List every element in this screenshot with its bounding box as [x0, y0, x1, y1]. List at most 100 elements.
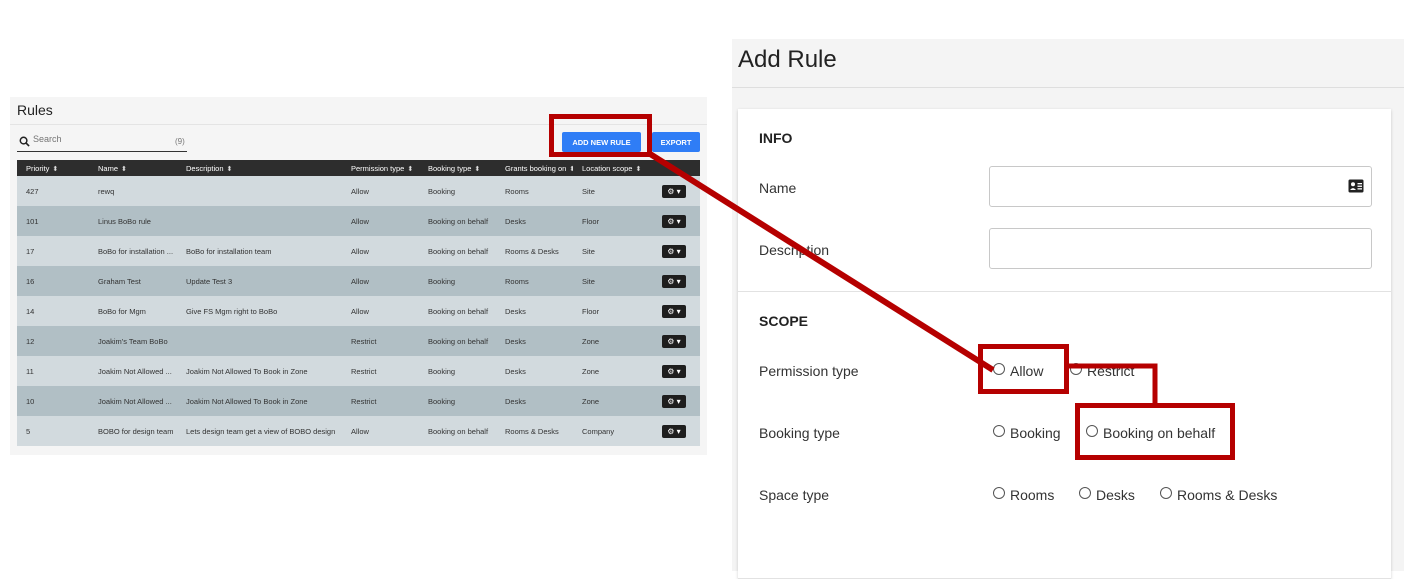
gear-icon[interactable]: ⚙ ▾	[662, 394, 686, 408]
table-row[interactable]: 11 Joakim Not Allowed ... Joakim Not Allow…	[17, 356, 700, 386]
cell-booking: Booking	[419, 266, 496, 296]
radio-circle[interactable]	[993, 425, 1005, 437]
column-header-actions	[653, 160, 700, 176]
cell-grants: Rooms & Desks	[496, 416, 573, 446]
table-row[interactable]: 16 Graham Test Update Test 3 Allow Booking Ro…	[17, 266, 700, 296]
rules-table: Priority ⬍ Name ⬍ Description ⬍ Permission …	[17, 160, 700, 446]
cell-booking: Booking on behalf	[419, 416, 496, 446]
cell-priority: 5	[17, 416, 89, 446]
export-button[interactable]: EXPORT	[652, 132, 700, 152]
cell-scope: Zone	[573, 386, 653, 416]
description-label: Description	[759, 242, 830, 258]
cell-actions: ⚙ ▾	[653, 416, 700, 446]
table-row[interactable]: 5 BOBO for design team Lets design team ge…	[17, 416, 700, 446]
gear-icon[interactable]: ⚙ ▾	[662, 304, 686, 318]
highlight-add-new-rule	[549, 114, 652, 157]
cell-actions: ⚙ ▾	[653, 266, 700, 296]
radio-circle[interactable]	[1079, 487, 1091, 499]
cell-grants: Desks	[496, 356, 573, 386]
cell-scope: Site	[573, 266, 653, 296]
cell-actions: ⚙ ▾	[653, 236, 700, 266]
table-row[interactable]: 101 Linus BoBo rule Allow Booking on behalf…	[17, 206, 700, 236]
column-header-booking-type[interactable]: Booking type ⬍	[419, 160, 496, 176]
column-header-permission-type[interactable]: Permission type ⬍	[342, 160, 419, 176]
cell-permission: Allow	[342, 416, 419, 446]
column-header-description[interactable]: Description ⬍	[177, 160, 342, 176]
cell-description	[177, 326, 342, 356]
cell-name: Linus BoBo rule	[89, 206, 177, 236]
cell-priority: 10	[17, 386, 89, 416]
cell-scope: Zone	[573, 326, 653, 356]
cell-grants: Desks	[496, 296, 573, 326]
cell-grants: Desks	[496, 386, 573, 416]
column-header-location-scope[interactable]: Location scope ⬍	[573, 160, 653, 176]
cell-name: BoBo for installation ...	[89, 236, 177, 266]
cell-name: Joakim's Team BoBo	[89, 326, 177, 356]
radio-circle[interactable]	[1160, 487, 1172, 499]
cell-name: Joakim Not Allowed ...	[89, 386, 177, 416]
radio-desks[interactable]: Desks	[1079, 487, 1135, 503]
gear-icon[interactable]: ⚙ ▾	[662, 214, 686, 228]
sort-icon: ⬍	[121, 165, 127, 173]
radio-booking[interactable]: Booking	[993, 425, 1061, 441]
cell-booking: Booking on behalf	[419, 326, 496, 356]
cell-booking: Booking on behalf	[419, 236, 496, 266]
radio-rooms[interactable]: Rooms	[993, 487, 1054, 503]
cell-booking: Booking on behalf	[419, 206, 496, 236]
rules-title: Rules	[17, 102, 53, 118]
table-row[interactable]: 17 BoBo for installation ... BoBo for inst…	[17, 236, 700, 266]
table-row[interactable]: 10 Joakim Not Allowed ... Joakim Not Allow…	[17, 386, 700, 416]
cell-name: BOBO for design team	[89, 416, 177, 446]
cell-grants: Rooms & Desks	[496, 236, 573, 266]
gear-icon[interactable]: ⚙ ▾	[662, 184, 686, 198]
cell-priority: 17	[17, 236, 89, 266]
permission-type-label: Permission type	[759, 363, 859, 379]
section-divider	[738, 291, 1391, 292]
name-field[interactable]	[989, 166, 1372, 207]
cell-description: Lets design team get a view of BOBO desi…	[177, 416, 342, 446]
gear-icon[interactable]: ⚙ ▾	[662, 334, 686, 348]
description-field[interactable]	[989, 228, 1372, 269]
radio-circle[interactable]	[1070, 363, 1082, 375]
sort-icon: ⬍	[52, 165, 59, 173]
cell-booking: Booking	[419, 356, 496, 386]
table-header-row: Priority ⬍ Name ⬍ Description ⬍ Permission …	[17, 160, 700, 176]
column-header-name[interactable]: Name ⬍	[89, 160, 177, 176]
search-icon	[19, 136, 30, 147]
search-result-count: (9)	[175, 137, 185, 146]
radio-rooms-and-desks[interactable]: Rooms & Desks	[1160, 487, 1277, 503]
page-title: Add Rule	[738, 46, 837, 73]
gear-icon[interactable]: ⚙ ▾	[662, 244, 686, 258]
search-field[interactable]	[17, 133, 187, 152]
cell-permission: Allow	[342, 206, 419, 236]
cell-priority: 12	[17, 326, 89, 356]
gear-icon[interactable]: ⚙ ▾	[662, 274, 686, 288]
cell-priority: 16	[17, 266, 89, 296]
search-input[interactable]	[33, 134, 153, 144]
radio-circle[interactable]	[993, 487, 1005, 499]
column-header-grants-booking-on[interactable]: Grants booking on ⬍	[496, 160, 573, 176]
gear-icon[interactable]: ⚙ ▾	[662, 424, 686, 438]
column-header-priority[interactable]: Priority ⬍	[17, 160, 89, 176]
table-row[interactable]: 12 Joakim's Team BoBo Restrict Booking on b…	[17, 326, 700, 356]
cell-description	[177, 176, 342, 206]
cell-name: Joakim Not Allowed ...	[89, 356, 177, 386]
cell-actions: ⚙ ▾	[653, 326, 700, 356]
sort-icon: ⬍	[474, 165, 481, 173]
title-divider	[732, 87, 1404, 88]
cell-description: Joakim Not Allowed To Book in Zone	[177, 386, 342, 416]
cell-scope: Site	[573, 176, 653, 206]
cell-description: Update Test 3	[177, 266, 342, 296]
radio-restrict[interactable]: Restrict	[1070, 363, 1134, 379]
sort-icon: ⬍	[569, 165, 573, 173]
cell-booking: Booking on behalf	[419, 296, 496, 326]
table-row[interactable]: 427 rewq Allow Booking Rooms Site ⚙ ▾	[17, 176, 700, 206]
table-row[interactable]: 14 BoBo for Mgm Give FS Mgm right to BoBo A…	[17, 296, 700, 326]
sort-icon: ⬍	[226, 165, 233, 173]
contact-card-icon[interactable]	[1348, 179, 1364, 193]
cell-scope: Zone	[573, 356, 653, 386]
cell-actions: ⚙ ▾	[653, 386, 700, 416]
highlight-allow-option	[978, 344, 1069, 394]
cell-grants: Desks	[496, 206, 573, 236]
gear-icon[interactable]: ⚙ ▾	[662, 364, 686, 378]
